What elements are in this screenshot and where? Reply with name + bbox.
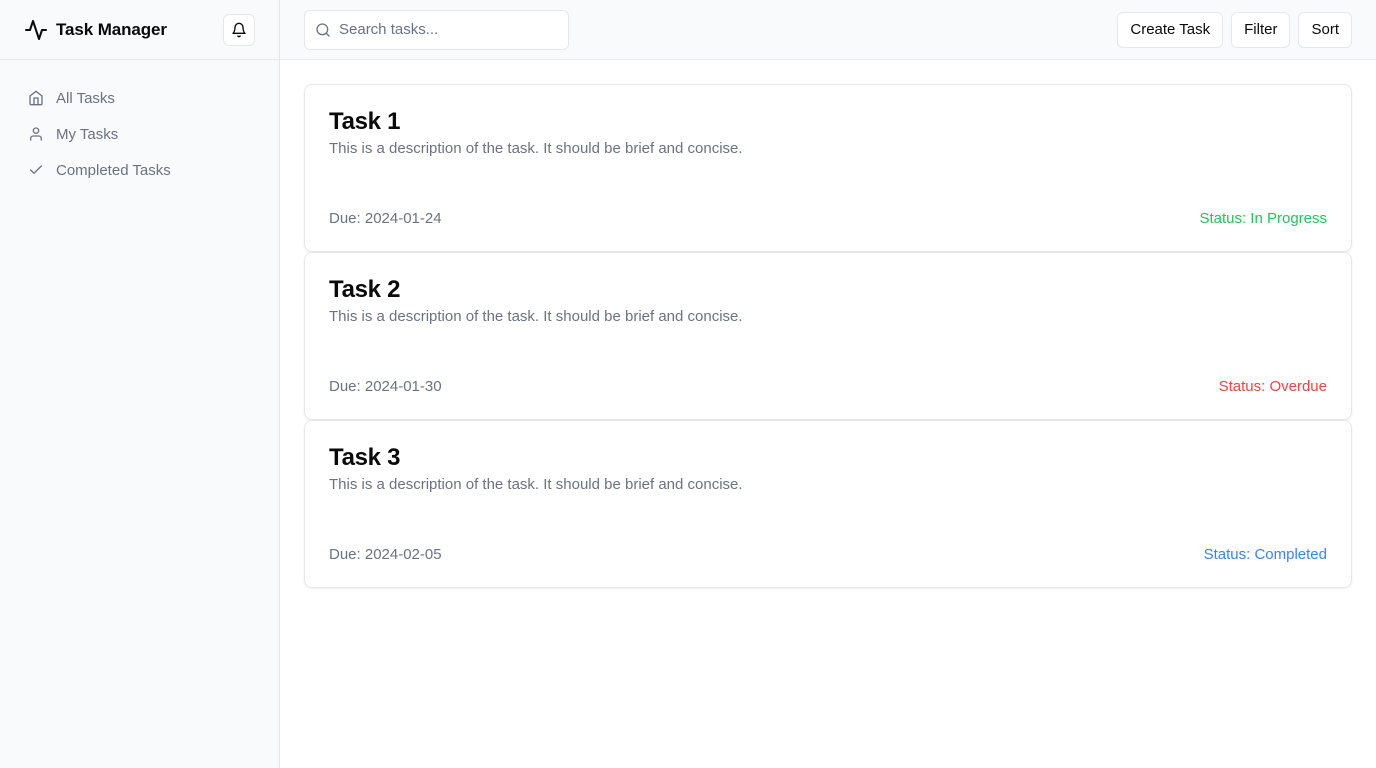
task-status: Status: In Progress <box>1199 210 1327 227</box>
task-footer: Due: 2024-01-30 Status: Overdue <box>329 378 1327 395</box>
user-icon <box>28 126 44 142</box>
task-due-date: Due: 2024-01-30 <box>329 378 442 395</box>
sidebar-item-label: Completed Tasks <box>56 161 171 179</box>
task-status: Status: Overdue <box>1218 378 1327 395</box>
toolbar-actions: Create Task Filter Sort <box>1117 11 1352 48</box>
task-due-date: Due: 2024-02-05 <box>329 546 442 563</box>
sidebar-nav: All Tasks My Tasks Completed Tasks <box>0 60 279 186</box>
sidebar-item-completed-tasks[interactable]: Completed Tasks <box>16 154 263 186</box>
task-description: This is a description of the task. It sh… <box>329 476 743 493</box>
task-description: This is a description of the task. It sh… <box>329 140 743 157</box>
sort-button[interactable]: Sort <box>1298 11 1352 48</box>
task-footer: Due: 2024-02-05 Status: Completed <box>329 546 1327 563</box>
sidebar-item-label: All Tasks <box>56 89 115 107</box>
notifications-button[interactable] <box>223 13 255 46</box>
create-task-button[interactable]: Create Task <box>1117 11 1224 48</box>
sidebar-item-all-tasks[interactable]: All Tasks <box>16 82 263 114</box>
app-title: Task Manager <box>56 19 167 39</box>
task-card[interactable]: Task 2 This is a description of the task… <box>304 252 1352 420</box>
activity-icon <box>24 18 48 42</box>
task-description: This is a description of the task. It sh… <box>329 308 743 325</box>
task-title: Task 1 <box>329 108 401 135</box>
check-icon <box>28 162 44 178</box>
bell-icon <box>231 22 247 38</box>
task-status: Status: Completed <box>1203 546 1327 563</box>
brand[interactable]: Task Manager <box>24 18 167 42</box>
sidebar-header: Task Manager <box>0 0 279 60</box>
home-icon <box>28 90 44 106</box>
task-card[interactable]: Task 3 This is a description of the task… <box>304 420 1352 588</box>
sidebar-item-label: My Tasks <box>56 125 119 143</box>
task-due-date: Due: 2024-01-24 <box>329 210 442 227</box>
search-box <box>304 9 569 50</box>
main-panel: Create Task Filter Sort Task 1 This is a… <box>280 0 1376 768</box>
sidebar-item-my-tasks[interactable]: My Tasks <box>16 118 263 150</box>
sidebar: Task Manager All Tasks My Tasks Complete… <box>0 0 280 768</box>
filter-button[interactable]: Filter <box>1231 11 1291 48</box>
task-card[interactable]: Task 1 This is a description of the task… <box>304 84 1352 252</box>
app-root: Task Manager All Tasks My Tasks Complete… <box>0 0 1376 768</box>
task-title: Task 2 <box>329 276 401 303</box>
top-bar: Create Task Filter Sort <box>280 0 1376 60</box>
task-title: Task 3 <box>329 444 401 471</box>
search-input[interactable] <box>339 21 558 38</box>
search-icon <box>315 22 331 38</box>
task-footer: Due: 2024-01-24 Status: In Progress <box>329 210 1327 227</box>
task-list: Task 1 This is a description of the task… <box>280 60 1376 612</box>
